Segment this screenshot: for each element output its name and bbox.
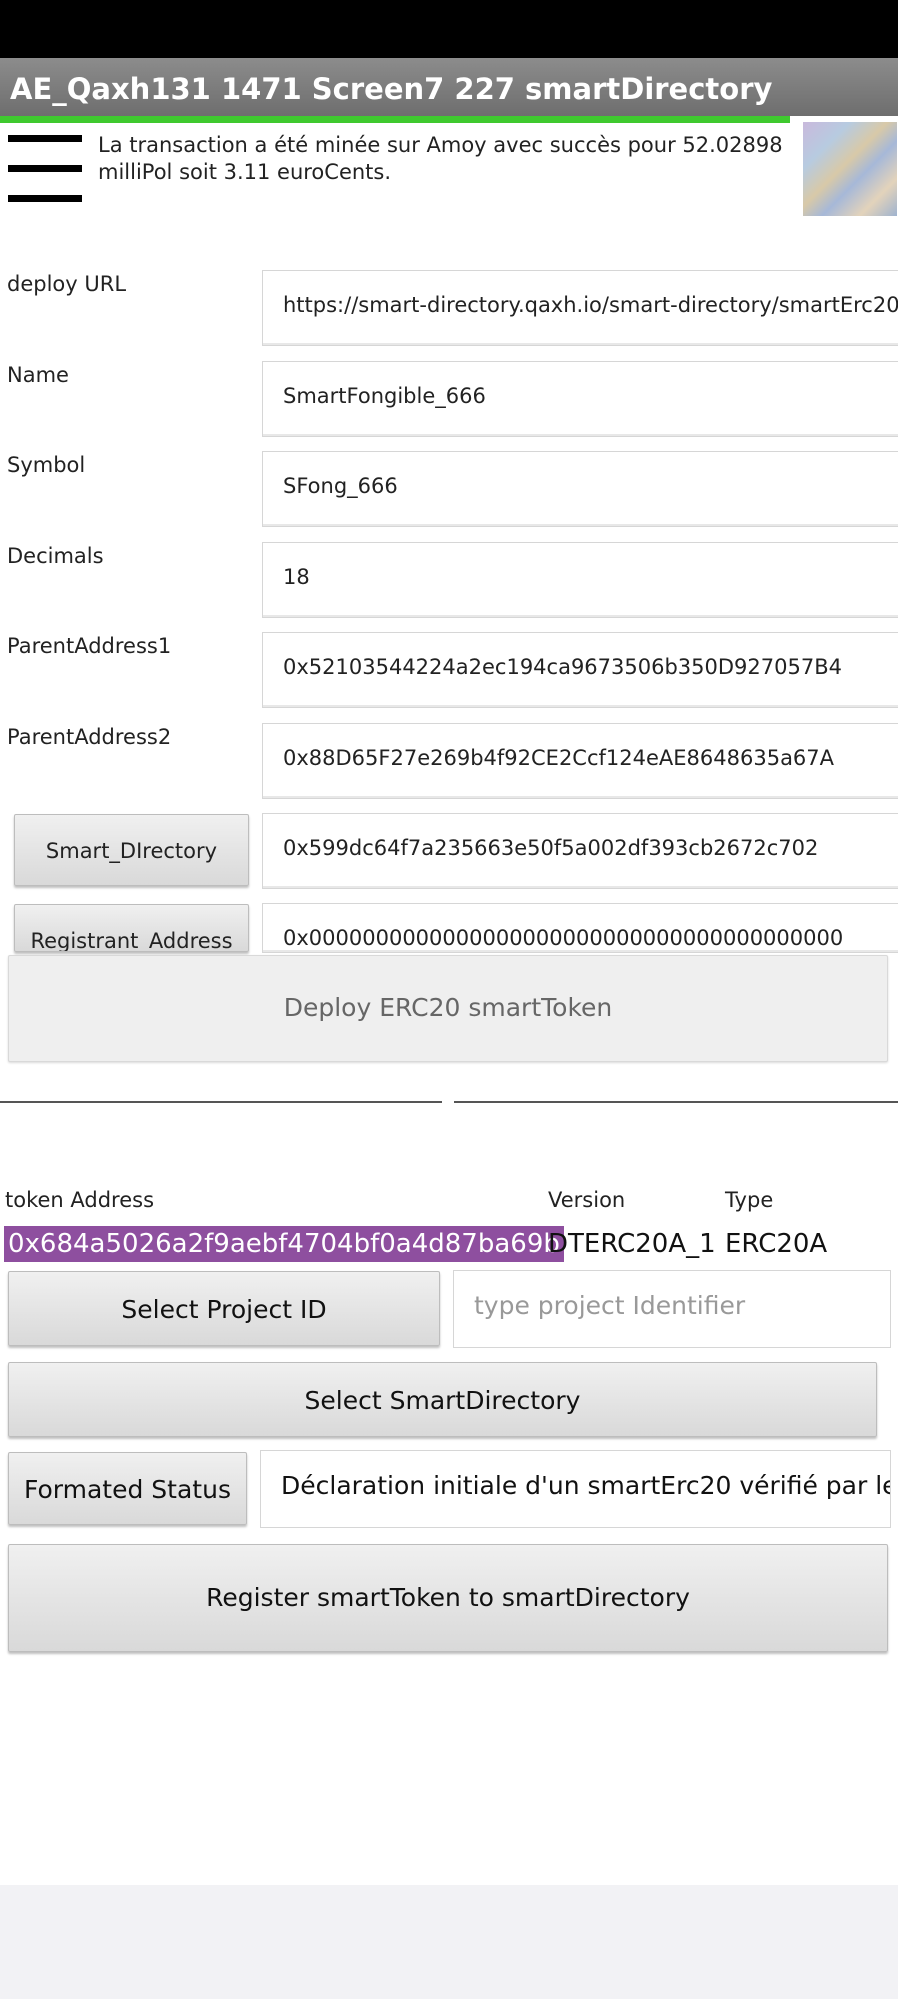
smart-directory-button[interactable]: Smart_DIrectory: [14, 814, 249, 886]
select-smartdirectory-button[interactable]: Select SmartDirectory: [8, 1362, 877, 1437]
registrant-address-value: 0x00000000000000000000000000000000000000…: [283, 926, 844, 950]
decimals-field[interactable]: 18: [262, 542, 898, 618]
deploy-erc20-button-label: Deploy ERC20 smartToken: [283, 993, 613, 1022]
name-label: Name: [7, 363, 69, 387]
progress-bar: [0, 116, 790, 123]
status-bar: [0, 0, 898, 58]
version-value: DTERC20A_1: [548, 1229, 716, 1259]
type-value: ERC20A: [725, 1229, 828, 1259]
token-address-value[interactable]: 0x684a5026a2f9aebf4704bf0a4d87ba69b: [4, 1226, 564, 1262]
project-identifier-placeholder: type project Identifier: [474, 1291, 746, 1320]
project-identifier-input[interactable]: type project Identifier: [453, 1270, 891, 1348]
deploy-url-value: https://smart-directory.qaxh.io/smart-di…: [283, 293, 898, 317]
divider-right: [454, 1101, 898, 1103]
select-smartdirectory-label: Select SmartDirectory: [304, 1386, 581, 1415]
hamburger-menu-icon[interactable]: [8, 135, 82, 205]
symbol-value: SFong_666: [283, 474, 398, 498]
status-input[interactable]: Déclaration initiale d'un smartErc20 vér…: [260, 1450, 891, 1528]
parent-address-2-field[interactable]: 0x88D65F27e269b4f92CE2Ccf124eAE8648635a6…: [262, 723, 898, 799]
smart-directory-value: 0x599dc64f7a235663e50f5a002df393cb2672c7…: [283, 836, 819, 860]
parent-address-2-value: 0x88D65F27e269b4f92CE2Ccf124eAE8648635a6…: [283, 746, 835, 770]
type-header: Type: [725, 1188, 774, 1212]
app-logo-image: [803, 122, 897, 216]
bottom-area: [0, 1885, 898, 1999]
deploy-url-label: deploy URL: [7, 272, 127, 296]
parent-address-2-label: ParentAddress2: [7, 725, 172, 749]
deploy-url-field[interactable]: https://smart-directory.qaxh.io/smart-di…: [262, 270, 898, 346]
parent-address-1-label: ParentAddress1: [7, 634, 172, 658]
decimals-label: Decimals: [7, 544, 104, 568]
select-project-id-label: Select Project ID: [121, 1295, 327, 1324]
symbol-label: Symbol: [7, 453, 86, 477]
formated-status-label: Formated Status: [24, 1475, 231, 1504]
register-smarttoken-label: Register smartToken to smartDirectory: [206, 1583, 690, 1612]
status-value: Déclaration initiale d'un smartErc20 vér…: [281, 1471, 891, 1500]
register-smarttoken-button[interactable]: Register smartToken to smartDirectory: [8, 1544, 888, 1652]
name-value: SmartFongible_666: [283, 384, 486, 408]
registrant-address-field[interactable]: 0x00000000000000000000000000000000000000…: [262, 903, 898, 953]
formated-status-button[interactable]: Formated Status: [8, 1452, 247, 1525]
registrant-address-button-label: Registrant_Address: [30, 929, 233, 952]
parent-address-1-value: 0x52103544224a2ec194ca9673506b350D927057…: [283, 655, 842, 679]
divider-left: [0, 1101, 442, 1103]
name-field[interactable]: SmartFongible_666: [262, 361, 898, 437]
token-address-header: token Address: [5, 1188, 155, 1212]
deploy-erc20-button[interactable]: Deploy ERC20 smartToken: [8, 955, 888, 1062]
app-title: AE_Qaxh131 1471 Screen7 227 smartDirecto…: [10, 72, 773, 106]
smart-directory-field[interactable]: 0x599dc64f7a235663e50f5a002df393cb2672c7…: [262, 813, 898, 889]
decimals-value: 18: [283, 565, 310, 589]
parent-address-1-field[interactable]: 0x52103544224a2ec194ca9673506b350D927057…: [262, 632, 898, 708]
symbol-field[interactable]: SFong_666: [262, 451, 898, 527]
smart-directory-button-label: Smart_DIrectory: [45, 839, 218, 863]
version-header: Version: [548, 1188, 626, 1212]
select-project-id-button[interactable]: Select Project ID: [8, 1271, 440, 1346]
transaction-message: La transaction a été minée sur Amoy avec…: [98, 133, 783, 184]
registrant-address-button[interactable]: Registrant_Address: [14, 904, 249, 952]
